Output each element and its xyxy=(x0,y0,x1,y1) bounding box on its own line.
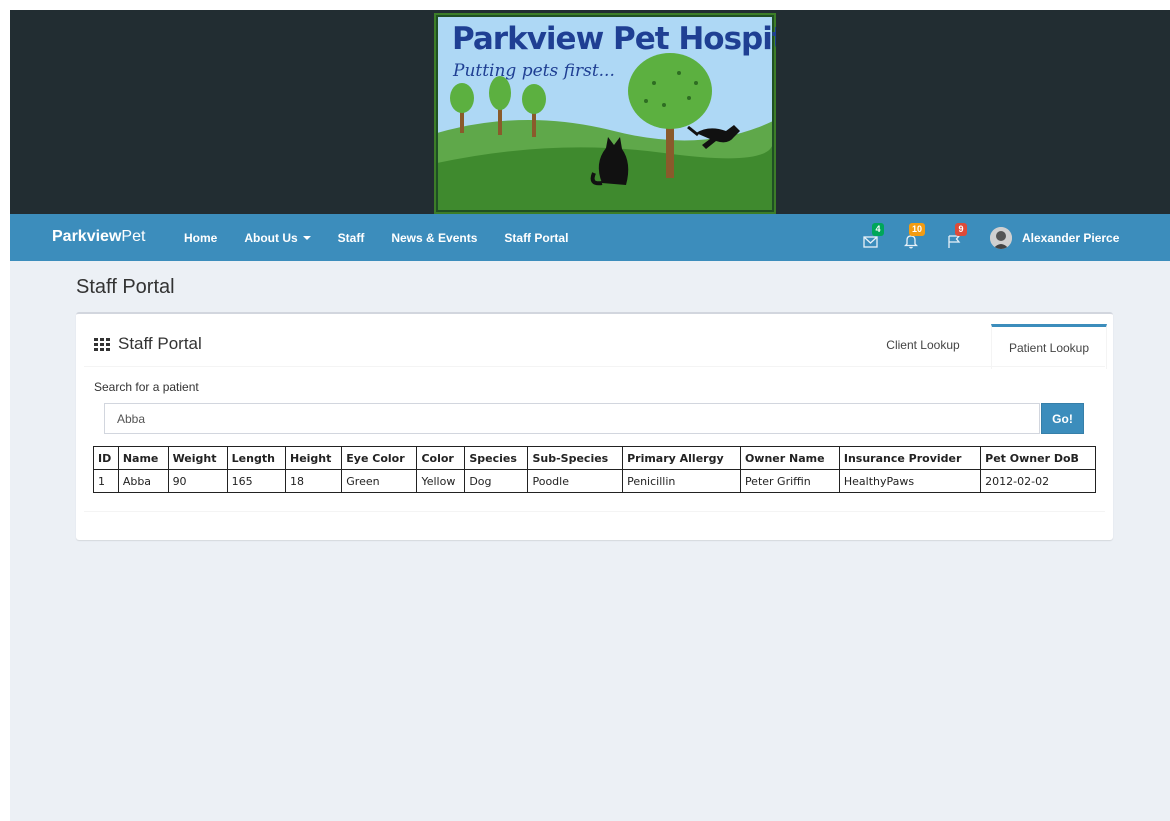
col-insurance-provider: Insurance Provider xyxy=(838,446,982,470)
cell-species: Dog xyxy=(464,469,529,493)
staff-portal-box: Staff Portal Client Lookup Patient Looku… xyxy=(76,312,1113,540)
nav-home[interactable]: Home xyxy=(184,231,217,245)
col-name: Name xyxy=(117,446,169,470)
tabs-divider xyxy=(84,366,1105,367)
bell-icon xyxy=(904,235,918,249)
user-avatar xyxy=(990,227,1012,249)
cell-length: 165 xyxy=(226,469,287,493)
cell-primary-allergy: Penicillin xyxy=(622,469,741,493)
cell-name: Abba xyxy=(117,469,169,493)
notifications-menu[interactable]: 10 xyxy=(903,223,926,250)
user-name: Alexander Pierce xyxy=(1022,231,1120,245)
cell-eye-color: Green xyxy=(341,469,418,493)
nav-links: Home About Us Staff News & Events Staff … xyxy=(184,214,595,261)
flag-icon xyxy=(948,235,961,248)
nav-about-us-label: About Us xyxy=(244,230,298,245)
cell-id: 1 xyxy=(93,469,119,493)
brand-rest: Pet xyxy=(121,228,146,245)
hero-header: Parkview Pet Hospital Putting pets first… xyxy=(10,10,1170,214)
banner-tagline: Putting pets first... xyxy=(453,61,615,81)
app-frame: Parkview Pet Hospital Putting pets first… xyxy=(10,10,1170,821)
nav-news-events[interactable]: News & Events xyxy=(391,231,477,245)
caret-down-icon xyxy=(302,235,311,240)
brand-logo[interactable]: ParkviewPet xyxy=(52,228,145,246)
col-owner-name: Owner Name xyxy=(739,446,840,470)
col-length: Length xyxy=(226,446,287,470)
grid-icon xyxy=(94,337,110,351)
box-header: Staff Portal xyxy=(94,334,202,354)
patient-search-input[interactable] xyxy=(104,403,1040,434)
table-row[interactable]: 1 Abba 90 165 18 Green Yellow Dog Poodle… xyxy=(93,469,1096,493)
tasks-menu[interactable]: 9 xyxy=(946,223,968,250)
cell-weight: 90 xyxy=(167,469,228,493)
hospital-banner: Parkview Pet Hospital Putting pets first… xyxy=(434,13,776,214)
box-footer-divider xyxy=(84,511,1105,512)
col-eye-color: Eye Color xyxy=(341,446,418,470)
user-avatar-icon xyxy=(990,227,1012,249)
top-navbar: ParkviewPet Home About Us Staff News & E… xyxy=(10,214,1170,261)
search-label: Search for a patient xyxy=(94,380,199,394)
cell-sub-species: Poodle xyxy=(527,469,624,493)
user-menu[interactable]: Alexander Pierce xyxy=(990,227,1119,249)
nav-staff[interactable]: Staff xyxy=(338,231,365,245)
tab-client-lookup[interactable]: Client Lookup xyxy=(856,324,990,366)
cell-owner-name: Peter Griffin xyxy=(739,469,840,493)
brand-bold: Parkview xyxy=(52,228,122,245)
tasks-badge: 9 xyxy=(955,223,967,236)
page-title: Staff Portal xyxy=(76,276,175,298)
col-sub-species: Sub-Species xyxy=(527,446,624,470)
messages-badge: 4 xyxy=(872,223,884,236)
col-weight: Weight xyxy=(167,446,228,470)
messages-menu[interactable]: 4 xyxy=(863,223,885,250)
nav-staff-portal[interactable]: Staff Portal xyxy=(504,231,568,245)
col-species: Species xyxy=(464,446,529,470)
go-button[interactable]: Go! xyxy=(1041,403,1084,434)
patient-results-table: ID Name Weight Length Height Eye Color C… xyxy=(93,446,1096,493)
nav-about-us[interactable]: About Us xyxy=(244,230,311,245)
cell-height: 18 xyxy=(284,469,343,493)
tab-patient-lookup[interactable]: Patient Lookup xyxy=(991,324,1107,369)
banner-title: Parkview Pet Hospital xyxy=(452,21,776,57)
col-color: Color xyxy=(416,446,466,470)
col-id: ID xyxy=(93,446,119,470)
box-title: Staff Portal xyxy=(118,334,202,353)
envelope-icon xyxy=(863,236,878,248)
notifications-badge: 10 xyxy=(909,223,926,236)
cell-insurance-provider: HealthyPaws xyxy=(838,469,982,493)
col-height: Height xyxy=(284,446,343,470)
table-header-row: ID Name Weight Length Height Eye Color C… xyxy=(93,446,1096,470)
cell-color: Yellow xyxy=(416,469,466,493)
col-pet-owner-dob: Pet Owner DoB xyxy=(980,446,1096,470)
col-primary-allergy: Primary Allergy xyxy=(622,446,741,470)
cell-pet-owner-dob: 2012-02-02 xyxy=(980,469,1096,493)
